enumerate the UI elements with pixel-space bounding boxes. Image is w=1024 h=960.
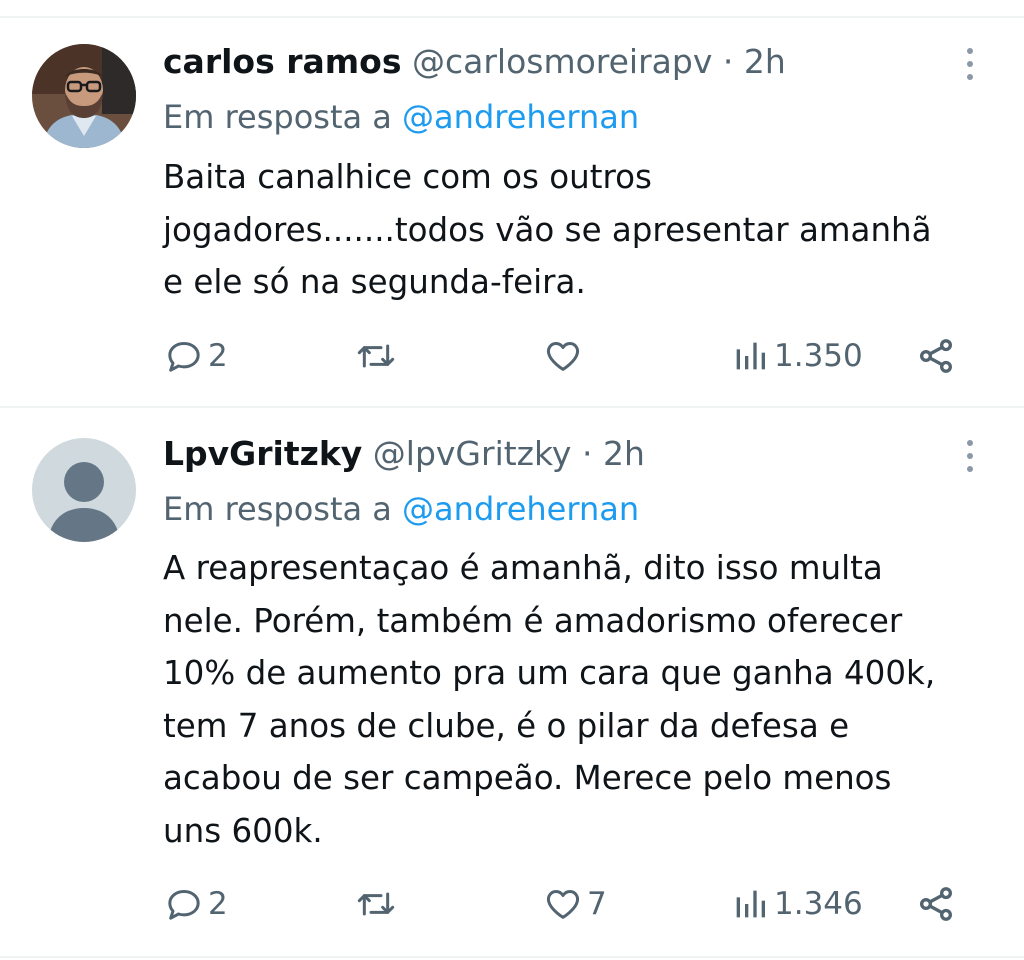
like-count: 7	[587, 886, 607, 922]
like-button[interactable]	[543, 336, 587, 376]
display-name[interactable]: LpvGritzky	[163, 434, 362, 473]
views-button[interactable]: 1.346	[730, 884, 863, 924]
timestamp[interactable]: 2h	[744, 42, 786, 81]
views-button[interactable]: 1.350	[730, 336, 863, 376]
heart-icon	[546, 342, 580, 371]
views-count: 1.350	[774, 338, 863, 374]
reply-context: Em resposta a @andrehernan	[163, 489, 639, 529]
user-handle[interactable]: @lpvGritzky	[373, 434, 572, 473]
reply-mention-link[interactable]: @andrehernan	[402, 98, 639, 136]
reply-mention-link[interactable]: @andrehernan	[402, 490, 639, 528]
bottom-divider	[0, 956, 1024, 958]
tweet-card[interactable]: carlos ramos @carlosmoreirapv · 2h Em re…	[0, 0, 1024, 410]
views-count: 1.346	[774, 886, 863, 922]
tweet-text: A reapresentaçao é amanhã, dito isso mul…	[163, 542, 1003, 857]
share-icon	[920, 887, 952, 921]
tweet-text-line: jogadores.......todos vão se apresentar …	[163, 210, 932, 249]
tweet-text-line: acabou de ser campeão. Merece pelo menos	[163, 759, 892, 797]
more-options-icon[interactable]	[958, 436, 982, 476]
tweet-text-line: Baita canalhice com os outros	[163, 158, 652, 196]
avatar[interactable]	[32, 438, 136, 542]
views-icon	[736, 890, 765, 918]
user-handle[interactable]: @carlosmoreirapv	[412, 42, 712, 81]
tweet-text-line: A reapresentaçao é amanhã, dito isso mul…	[163, 549, 883, 587]
like-button[interactable]: 7	[543, 884, 607, 924]
share-button[interactable]	[916, 884, 956, 924]
action-bar: 2 1.350	[0, 336, 1024, 376]
tweet-header: carlos ramos @carlosmoreirapv · 2h	[163, 42, 786, 82]
tweet-text-line: uns 600k.	[163, 811, 323, 850]
share-button[interactable]	[916, 336, 956, 376]
display-name[interactable]: carlos ramos	[163, 42, 401, 81]
separator-dot: ·	[581, 434, 593, 473]
reply-prefix: Em resposta a	[163, 490, 392, 528]
views-icon	[736, 342, 765, 370]
reply-icon	[168, 342, 200, 372]
reply-icon	[168, 890, 200, 920]
reply-context: Em resposta a @andrehernan	[163, 97, 639, 137]
reply-prefix: Em resposta a	[163, 98, 392, 136]
tweet-text: Baita canalhice com os outros jogadores.…	[163, 151, 1003, 309]
reply-button[interactable]: 2	[164, 884, 228, 924]
reply-count: 2	[208, 886, 228, 922]
tweet-text-line: e ele só na segunda-feira.	[163, 263, 586, 301]
retweet-button[interactable]	[354, 336, 402, 376]
avatar[interactable]	[32, 44, 136, 148]
reply-button[interactable]: 2	[164, 336, 228, 376]
share-icon	[920, 339, 952, 373]
retweet-icon	[357, 344, 395, 368]
heart-icon	[546, 890, 580, 919]
tweet-text-line: tem 7 anos de clube, é o pilar da defesa…	[163, 706, 850, 745]
more-options-icon[interactable]	[958, 44, 982, 84]
tweet-header: LpvGritzky @lpvGritzky · 2h	[163, 434, 645, 474]
separator-dot: ·	[722, 42, 734, 81]
tweet-card[interactable]: LpvGritzky @lpvGritzky · 2h Em resposta …	[0, 408, 1024, 960]
retweet-icon	[357, 892, 395, 916]
tweet-text-line: 10% de aumento pra um cara que ganha 400…	[163, 654, 936, 692]
timestamp[interactable]: 2h	[603, 434, 645, 473]
tweet-text-line: nele. Porém, também é amadorismo oferece…	[163, 601, 903, 640]
retweet-button[interactable]	[354, 884, 402, 924]
reply-count: 2	[208, 338, 228, 374]
action-bar: 2 7 1.346	[0, 884, 1024, 924]
